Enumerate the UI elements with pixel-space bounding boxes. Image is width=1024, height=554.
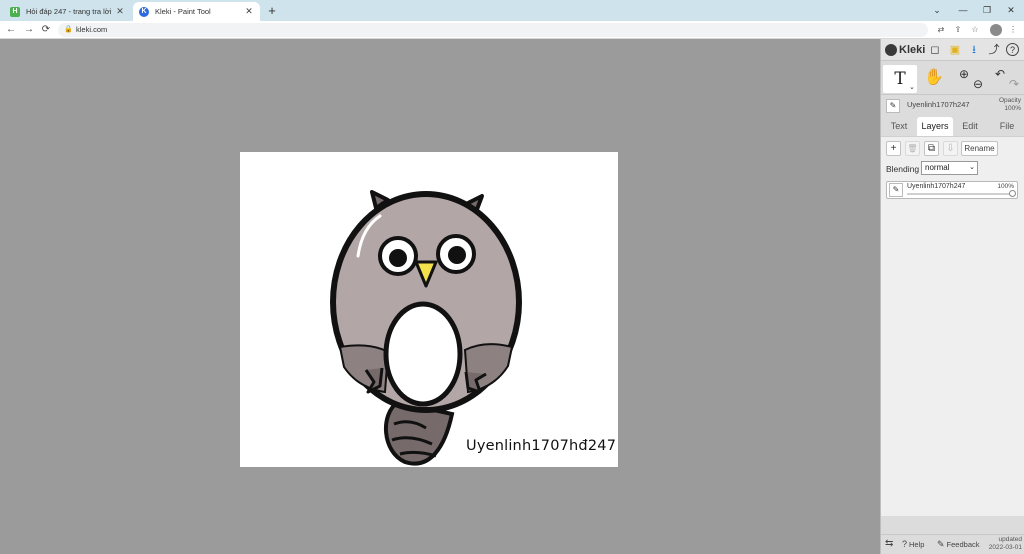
opacity-readout: Opacity 100% [991,97,1021,113]
tab-layers[interactable]: Layers [917,117,953,136]
duplicate-layer-button[interactable]: ⧉ [924,141,939,156]
share-icon[interactable]: ⤴ [986,42,1002,58]
current-layer-indicator[interactable]: ✎ Uyenlinh1707h247 Opacity 100% [881,95,1024,117]
new-image-icon[interactable]: ◻ [927,42,943,58]
help-label: Help [909,540,925,549]
owl-right-pupil [448,246,466,264]
kleki-favicon-icon: K [139,6,149,17]
share-page-icon[interactable]: ⇪ [951,23,965,37]
kleki-logo[interactable]: Kleki [885,42,925,58]
owl-drawing [330,190,522,466]
opacity-value: 100% [1004,105,1021,112]
delete-layer-button[interactable]: 🗑 [905,141,920,156]
kleki-logo-icon [885,44,897,56]
tab-search-icon[interactable]: ⌄ [926,2,948,18]
tab-title: Hỏi đáp 247 - trang tra lời [26,7,112,16]
sidebar-header: Kleki ◻ ▣ ⭳ ⤴ ? [881,39,1024,61]
swap-sides-icon[interactable]: ⇆ [885,538,893,549]
layer-opacity: 100% [997,183,1014,190]
kleki-sidebar: Kleki ◻ ▣ ⭳ ⤴ ? T ⌄ ✋ ⊕ ⊖ ↶ ↷ ✎ Uyenlinh… [880,39,1024,554]
address-bar[interactable]: kleki.com [58,23,928,37]
restore-button[interactable]: ❐ [976,2,998,18]
help-icon[interactable]: ? [1006,43,1019,56]
profile-avatar[interactable] [990,24,1002,36]
signature-text: Uyenlinh1707hđ247 [466,438,617,454]
layers-panel: + 🗑 ⧉ ⇩ Rename Blending normal ⌄ ✎ Uyenl… [881,136,1024,516]
minimize-button[interactable]: — [952,2,974,18]
chevron-down-icon[interactable]: ⌄ [909,83,915,91]
blending-label: Blending [886,164,920,174]
updated-info: updated 2022-03-01 [986,536,1022,552]
updated-date: 2022-03-01 [988,544,1022,551]
forward-button[interactable]: → [22,22,36,38]
download-icon[interactable]: ⭳ [966,42,982,58]
canvas-workspace[interactable]: Uyenlinh1707hđ247 [0,39,880,554]
layer-thumbnail: ✎ [886,99,900,113]
browser-toolbar: ← → ⟳ kleki.com 🔒 ⇄ ⇪ ☆ ⋮ [0,21,1024,39]
rename-button[interactable]: Rename [961,141,998,156]
chevron-down-icon: ⌄ [969,164,975,171]
sidebar-footer: ⇆ ? Help ✎ Feedback updated 2022-03-01 [881,534,1024,554]
new-tab-button[interactable]: + [264,3,280,19]
redo-icon[interactable]: ↷ [1006,76,1022,92]
help-circle-icon: ? [902,539,908,549]
tab-edit[interactable]: Edit [957,117,983,136]
translate-icon[interactable]: ⇄ [934,23,948,37]
opacity-label: Opacity [998,97,1021,104]
layer-opacity-slider-handle[interactable] [1009,190,1016,197]
blending-select[interactable]: normal ⌄ [921,161,978,175]
kleki-logo-text: Kleki [899,44,926,56]
layer-opacity-slider[interactable] [907,193,1015,195]
owl-left-pupil [389,249,407,267]
tab-title: Kleki - Paint Tool [155,7,211,16]
sidebar-tabs: Text Layers Edit File [881,117,1024,136]
layer-list-item[interactable]: ✎ Uyenlinh1707h247 100% [886,181,1018,199]
tool-row: T ⌄ ✋ ⊕ ⊖ ↶ ↷ [881,61,1024,95]
browser-tab-kleki[interactable]: K Kleki - Paint Tool ✕ [133,2,260,21]
updated-label: updated [998,536,1023,543]
reload-button[interactable]: ⟳ [39,22,53,38]
tab-text[interactable]: Text [885,117,913,136]
lock-icon[interactable]: 🔒 [64,25,73,35]
save-icon[interactable]: ▣ [947,42,963,58]
add-layer-button[interactable]: + [886,141,901,156]
zoom-out-icon[interactable]: ⊖ [970,76,986,92]
feedback-link[interactable]: ✎ Feedback [937,539,979,550]
layer-name: Uyenlinh1707h247 [907,183,966,190]
feedback-icon: ✎ [937,539,945,549]
layer-thumbnail: ✎ [889,183,903,197]
blending-value: normal [925,163,950,172]
merge-layer-button[interactable]: ⇩ [943,141,958,156]
hand-tool-icon[interactable]: ✋ [923,67,945,89]
help-link[interactable]: ? Help [902,539,924,549]
hoidap-favicon-icon: H [10,6,20,17]
browser-menu-icon[interactable]: ⋮ [1006,23,1020,37]
browser-tab-strip: H Hỏi đáp 247 - trang tra lời ✕ K Kleki … [0,0,1024,21]
back-button[interactable]: ← [4,22,18,38]
tab-close-icon[interactable]: ✕ [244,6,254,17]
drawing-canvas[interactable]: Uyenlinh1707hđ247 [240,152,618,467]
tab-close-icon[interactable]: ✕ [115,6,125,17]
bookmark-star-icon[interactable]: ☆ [968,23,982,37]
browser-tab-hoidap[interactable]: H Hỏi đáp 247 - trang tra lời ✕ [4,2,131,21]
tab-file[interactable]: File [993,117,1021,136]
close-window-button[interactable]: ✕ [1000,2,1022,18]
owl-belly [383,301,463,407]
feedback-label: Feedback [946,540,980,549]
current-layer-name: Uyenlinh1707h247 [907,100,970,109]
